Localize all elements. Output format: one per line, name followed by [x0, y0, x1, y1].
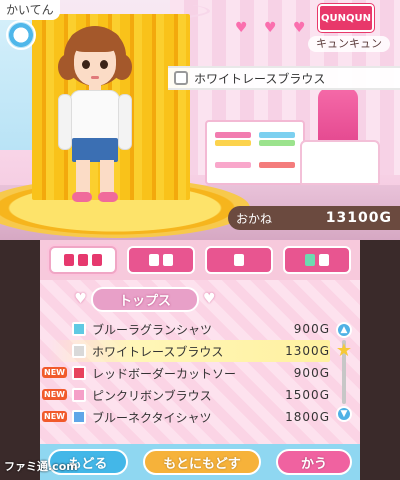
tops-icon: [92, 254, 102, 266]
item-name: ブルーラグランシャツ: [92, 322, 213, 337]
money-label: おかね: [236, 211, 273, 226]
item-row-1[interactable]: ホワイトレースブラウス 1300G: [48, 340, 330, 362]
item-list: ブルーラグランシャツ 900G ホワイトレースブラウス 1300G NEW レッ…: [42, 318, 330, 428]
category-tabs: [40, 240, 360, 280]
shoes-icon: [319, 254, 329, 266]
heart-icon: ♥: [74, 291, 87, 307]
mannequin: [318, 88, 358, 148]
player-avatar[interactable]: [50, 20, 140, 205]
tab-socks[interactable]: [205, 246, 273, 274]
buy-button[interactable]: かう: [276, 449, 352, 475]
new-badge: NEW: [42, 367, 67, 378]
tops-icon: [78, 254, 88, 266]
money-value: 13100G: [325, 210, 392, 226]
display-table: [300, 140, 380, 185]
section-header: ♥ トップス ♥: [60, 286, 230, 312]
shirt-icon: [72, 410, 86, 424]
heart-decoration: ♥ ♥ ♥: [235, 20, 312, 36]
star-scroll-thumb-icon[interactable]: ★: [335, 342, 353, 360]
item-price: 1500G: [285, 388, 330, 402]
item-price: 1300G: [285, 344, 330, 358]
new-badge: NEW: [42, 411, 67, 422]
scroll-up-icon[interactable]: ▲: [336, 322, 352, 338]
new-badge: NEW: [42, 389, 67, 400]
section-title: トップス: [90, 286, 199, 312]
shirt-icon: [72, 366, 86, 380]
clothes-shelf: [205, 120, 305, 185]
tab-tops[interactable]: [49, 246, 117, 274]
scrollbar[interactable]: ▲ ★ ▼: [335, 322, 353, 422]
top-screen: ♥ ♥ ♥ かいてん QUNQUN キュンキュン ホワイトレースブラウス おかね…: [0, 0, 400, 240]
scroll-down-icon[interactable]: ▼: [336, 406, 352, 422]
item-price: 900G: [293, 366, 330, 380]
heart-icon: ♥: [203, 291, 216, 307]
item-price: 900G: [293, 322, 330, 336]
shirt-icon: [72, 322, 86, 336]
selected-item-banner: ホワイトレースブラウス: [168, 66, 400, 90]
selected-item-name: ホワイトレースブラウス: [194, 71, 326, 86]
rotate-view-icon[interactable]: [6, 20, 36, 50]
money-display: おかね 13100G: [228, 206, 400, 230]
item-row-4[interactable]: NEW ブルーネクタイシャツ 1800G: [42, 406, 330, 428]
item-name: レッドボーダーカットソー: [92, 366, 237, 381]
tab-shoes[interactable]: [283, 246, 351, 274]
shirt-icon: [72, 344, 86, 358]
bottom-screen: ♥ トップス ♥ ブルーラグランシャツ 900G ホワイトレースブラウス 130…: [40, 240, 360, 480]
tops-icon: [64, 254, 74, 266]
item-row-3[interactable]: NEW ピンクリボンブラウス 1500G: [42, 384, 330, 406]
shoes-icon: [305, 254, 315, 266]
item-price: 1800G: [285, 410, 330, 424]
shirt-icon: [72, 388, 86, 402]
shirt-icon: [174, 71, 188, 85]
bottoms-icon: [163, 254, 173, 266]
item-row-2[interactable]: NEW レッドボーダーカットソー 900G: [42, 362, 330, 384]
item-name: ブルーネクタイシャツ: [92, 410, 212, 425]
rotate-label: かいてん: [0, 0, 60, 20]
brand-logo-text: QUNQUN: [321, 12, 371, 24]
watermark: ファミ通.com: [4, 460, 78, 473]
item-row-0[interactable]: ブルーラグランシャツ 900G: [48, 318, 330, 340]
tab-bottoms[interactable]: [127, 246, 195, 274]
action-bar: もどる もとにもどす かう: [40, 444, 360, 480]
brand-logo: QUNQUN: [318, 4, 374, 32]
brand-name: キュンキュン: [308, 36, 390, 52]
item-name: ピンクリボンブラウス: [92, 388, 212, 403]
bottoms-icon: [149, 254, 159, 266]
item-name: ホワイトレースブラウス: [92, 344, 224, 359]
reset-button[interactable]: もとにもどす: [143, 449, 261, 475]
socks-icon: [234, 254, 244, 266]
